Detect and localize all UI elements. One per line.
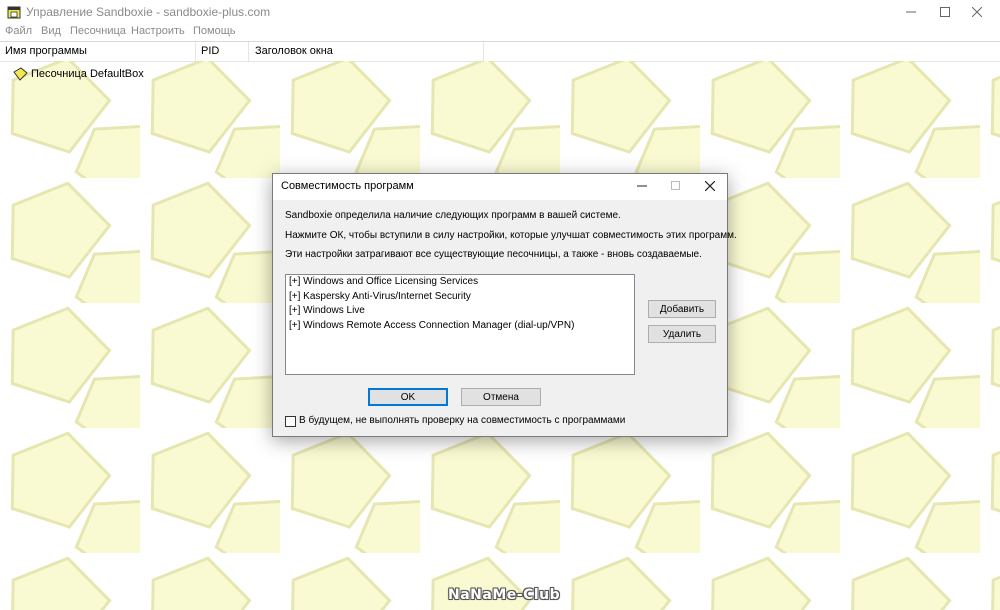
minimize-icon — [906, 11, 916, 13]
maximize-icon — [671, 181, 680, 190]
column-program-name[interactable]: Имя программы — [0, 42, 195, 61]
menu-configure[interactable]: Настроить — [131, 25, 185, 37]
column-divider[interactable] — [248, 42, 249, 61]
column-divider[interactable] — [483, 42, 484, 61]
window-title: Управление Sandboxie - sandboxie-plus.co… — [26, 5, 271, 19]
programs-listbox[interactable]: [+] Windows and Office Licensing Service… — [285, 274, 635, 375]
list-item[interactable]: [+] Windows and Office Licensing Service… — [289, 275, 478, 289]
dialog-message-ok: Нажмите ОК, чтобы вступили в силу настро… — [285, 230, 737, 241]
list-item[interactable]: [+] Kaspersky Anti-Virus/Internet Securi… — [289, 290, 471, 304]
main-titlebar: Управление Sandboxie - sandboxie-plus.co… — [0, 0, 1000, 24]
tree-item-label: Песочница DefaultBox — [31, 68, 144, 80]
menu-view[interactable]: Вид — [41, 25, 61, 37]
watermark-logo: NaNaMe-Club — [448, 587, 561, 603]
dialog-message-affects: Эти настройки затрагивают все существующ… — [285, 249, 702, 260]
dialog-maximize-button — [659, 174, 693, 198]
sandbox-icon — [13, 67, 28, 81]
dialog-titlebar: Совместимость программ — [273, 174, 727, 200]
dialog-minimize-button[interactable] — [625, 174, 659, 198]
column-headers: Имя программы PID Заголовок окна — [0, 41, 1000, 62]
close-icon — [972, 7, 982, 17]
list-item[interactable]: [+] Windows Live — [289, 304, 365, 318]
minimize-icon — [637, 185, 647, 187]
ok-button[interactable]: OK — [368, 388, 448, 406]
dialog-title: Совместимость программ — [281, 180, 414, 192]
skip-compatibility-label[interactable]: В будущем, не выполнять проверку на совм… — [299, 415, 625, 426]
compatibility-dialog: Совместимость программ Sandboxie определ… — [272, 173, 737, 437]
column-pid[interactable]: PID — [196, 42, 248, 61]
column-window-title[interactable]: Заголовок окна — [250, 42, 483, 61]
list-item[interactable]: [+] Windows Remote Access Connection Man… — [289, 319, 574, 333]
menu-help[interactable]: Помощь — [193, 25, 236, 37]
menu-file[interactable]: Файл — [5, 25, 32, 37]
dialog-close-button[interactable] — [693, 174, 727, 198]
maximize-icon — [940, 7, 950, 17]
cancel-button[interactable]: Отмена — [461, 388, 541, 406]
close-icon — [705, 181, 715, 191]
tree-item-defaultbox[interactable]: Песочница DefaultBox — [12, 66, 144, 82]
menu-sandbox[interactable]: Песочница — [70, 25, 126, 37]
menu-bar: Файл Вид Песочница Настроить Помощь — [0, 24, 1000, 40]
dialog-message-detected: Sandboxie определила наличие следующих п… — [285, 210, 621, 221]
skip-compatibility-checkbox[interactable] — [285, 416, 296, 427]
add-button[interactable]: Добавить — [648, 300, 716, 318]
close-button[interactable] — [954, 0, 1000, 24]
remove-button[interactable]: Удалить — [648, 325, 716, 343]
sandboxie-app-icon — [7, 6, 21, 19]
